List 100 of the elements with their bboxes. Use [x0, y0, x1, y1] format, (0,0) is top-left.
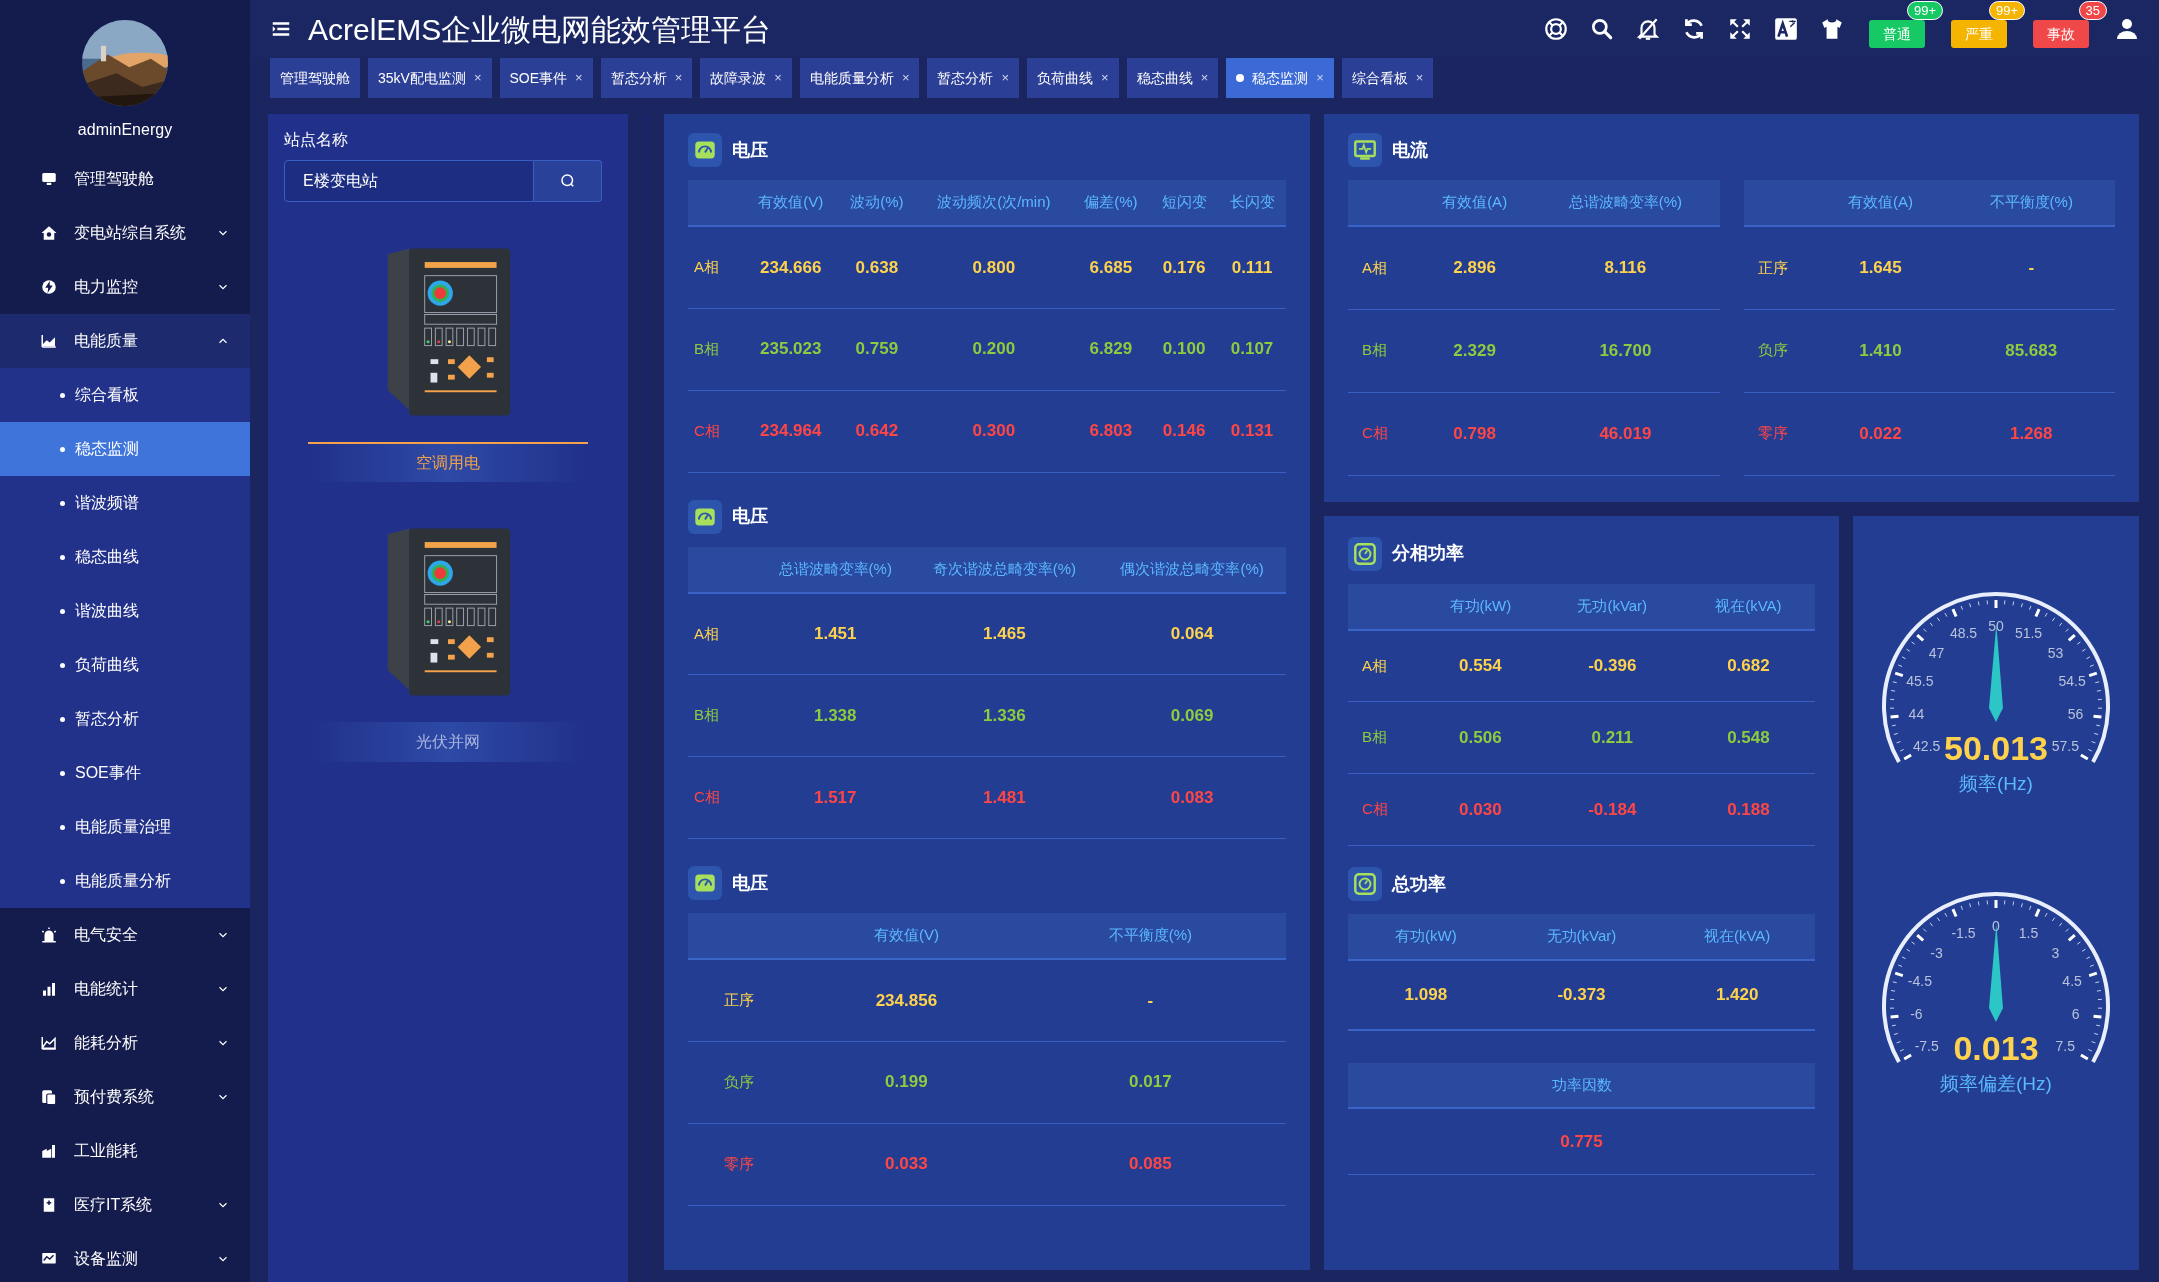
table-cell: 46.019 — [1531, 392, 1720, 475]
row-label: B相 — [688, 308, 744, 390]
close-tab-button[interactable]: × — [1001, 68, 1010, 88]
submenu-item[interactable]: 负荷曲线 — [0, 638, 250, 692]
column-header: 短闪变 — [1150, 180, 1219, 226]
dial-icon — [1348, 867, 1382, 901]
device-label[interactable]: 空调用电 — [308, 442, 588, 482]
count-badge: 35 — [2078, 1, 2107, 20]
gauge-caption: 频率偏差(Hz) — [1940, 1072, 2052, 1094]
tab[interactable]: 稳态曲线 × — [1126, 58, 1219, 98]
gauge-label: 4.5 — [2062, 972, 2082, 989]
search-icon[interactable] — [1589, 16, 1615, 42]
bullet-icon — [60, 608, 65, 614]
close-tab-button[interactable]: × — [1101, 68, 1109, 88]
gauge-label: 1.5 — [2018, 924, 2039, 941]
table-cell: 0.775 — [1348, 1109, 1815, 1175]
submenu-item[interactable]: 稳态曲线 — [0, 530, 250, 584]
submenu-item[interactable]: 谐波频谱 — [0, 476, 250, 530]
submenu-item[interactable]: 电能质量分析 — [0, 854, 250, 908]
close-tab-button[interactable]: × — [1200, 68, 1209, 88]
bullet-icon — [60, 824, 65, 830]
column-header: 有功(kW) — [1348, 914, 1504, 960]
close-tab-button[interactable]: × — [1415, 68, 1424, 88]
close-tab-button[interactable]: × — [901, 68, 910, 88]
table-cell: 0.064 — [1098, 592, 1286, 675]
table-cell: 0.211 — [1542, 701, 1682, 774]
table-cell: 0.100 — [1150, 308, 1219, 390]
table-cell: - — [1947, 226, 2115, 309]
row-label: 负序 — [1743, 309, 1814, 392]
gauge-label: 45.5 — [1906, 672, 1934, 689]
gauge-label: 56 — [2067, 705, 2084, 722]
close-tab-button[interactable]: × — [674, 68, 683, 88]
table-cell: 1.098 — [1348, 960, 1504, 1030]
tab[interactable]: SOE事件 × — [499, 58, 593, 98]
submenu-item[interactable]: 暂态分析 — [0, 692, 250, 746]
menu-item[interactable]: 电力监控 — [0, 260, 250, 314]
search-icon — [558, 172, 577, 190]
user-icon[interactable] — [2115, 17, 2139, 41]
table-cell: 0.642 — [837, 390, 917, 472]
tab[interactable]: 暂态分析 × — [600, 58, 693, 98]
gauge-value: 50.013 — [1944, 728, 2048, 767]
close-tab-button[interactable]: × — [473, 68, 482, 88]
gauge-label: 42.5 — [1913, 737, 1941, 754]
gauge-label: 51.5 — [2014, 624, 2043, 641]
close-tab-button[interactable]: × — [1316, 68, 1324, 88]
section-title: 分相功率 — [1392, 542, 1464, 565]
count-badge: 99+ — [1988, 1, 2025, 20]
table-cell: 85.683 — [1947, 309, 2115, 392]
tab[interactable]: 故障录波 × — [700, 58, 792, 98]
menu-item[interactable]: 预付费系统 — [0, 1070, 250, 1124]
translate-icon[interactable] — [1773, 16, 1799, 42]
tab[interactable]: 暂态分析 × — [927, 58, 1020, 98]
menu-item[interactable]: 工业能耗 — [0, 1124, 250, 1178]
menu-item[interactable]: 管理驾驶舱 — [0, 152, 250, 206]
tab[interactable]: 35kV配电监测 × — [368, 58, 492, 98]
section-title: 电压 — [732, 871, 768, 895]
section-title: 总功率 — [1392, 872, 1446, 896]
table-cell: 1.420 — [1659, 960, 1815, 1030]
table-cell: 6.803 — [1071, 390, 1151, 472]
submenu-item[interactable]: 综合看板 — [0, 368, 250, 422]
tab[interactable]: 负荷曲线 × — [1027, 58, 1119, 98]
column-header: 不平衡度(%) — [1947, 180, 2115, 226]
submenu-item[interactable]: 电能质量治理 — [0, 800, 250, 854]
tab[interactable]: 综合看板 × — [1341, 58, 1434, 98]
row-label: 零序 — [688, 1123, 798, 1205]
search-button[interactable] — [534, 160, 602, 202]
shirt-icon[interactable] — [1819, 16, 1845, 42]
menu-item[interactable]: 设备监测 — [0, 1232, 250, 1282]
bullet-icon — [60, 662, 65, 668]
menu-item[interactable]: 电能质量 — [0, 314, 250, 368]
tab[interactable]: 电能质量分析 × — [799, 58, 920, 98]
tab[interactable]: 管理驾驶舱 — [270, 58, 360, 98]
alert-button[interactable]: 事故 — [2033, 20, 2089, 48]
menu-item[interactable]: 变电站综自系统 — [0, 206, 250, 260]
row-label: C相 — [1348, 392, 1418, 475]
submenu-item[interactable]: 谐波曲线 — [0, 584, 250, 638]
menu-item[interactable]: 医疗IT系统 — [0, 1178, 250, 1232]
menu-item[interactable]: 电能统计 — [0, 962, 250, 1016]
card-icon — [40, 1088, 58, 1106]
fullscreen-icon[interactable] — [1727, 16, 1753, 42]
bullet-icon — [60, 446, 65, 452]
table-cell: 0.131 — [1218, 390, 1286, 472]
close-tab-button[interactable]: × — [575, 68, 583, 88]
table-cell: 0.800 — [916, 226, 1072, 308]
table-cell: -0.373 — [1503, 960, 1660, 1030]
muted-bell-icon[interactable] — [1635, 16, 1661, 42]
submenu-item[interactable]: 稳态监测 — [0, 422, 250, 476]
submenu-item[interactable]: SOE事件 — [0, 746, 250, 800]
menu-item[interactable]: 电气安全 — [0, 908, 250, 962]
tab[interactable]: 稳态监测 × — [1226, 58, 1334, 98]
table-cell: 6.685 — [1071, 226, 1151, 308]
station-field[interactable]: E楼变电站 — [284, 160, 534, 202]
column-header: 偏差(%) — [1071, 180, 1151, 226]
close-tab-button[interactable]: × — [774, 68, 782, 88]
alarm-icon — [40, 926, 58, 944]
table-cell: -0.184 — [1542, 773, 1682, 846]
section-title: 电压 — [732, 138, 768, 162]
menu-item[interactable]: 能耗分析 — [0, 1016, 250, 1070]
column-header: 波动(%) — [837, 180, 917, 226]
lifebuoy-icon[interactable] — [1543, 16, 1569, 42]
